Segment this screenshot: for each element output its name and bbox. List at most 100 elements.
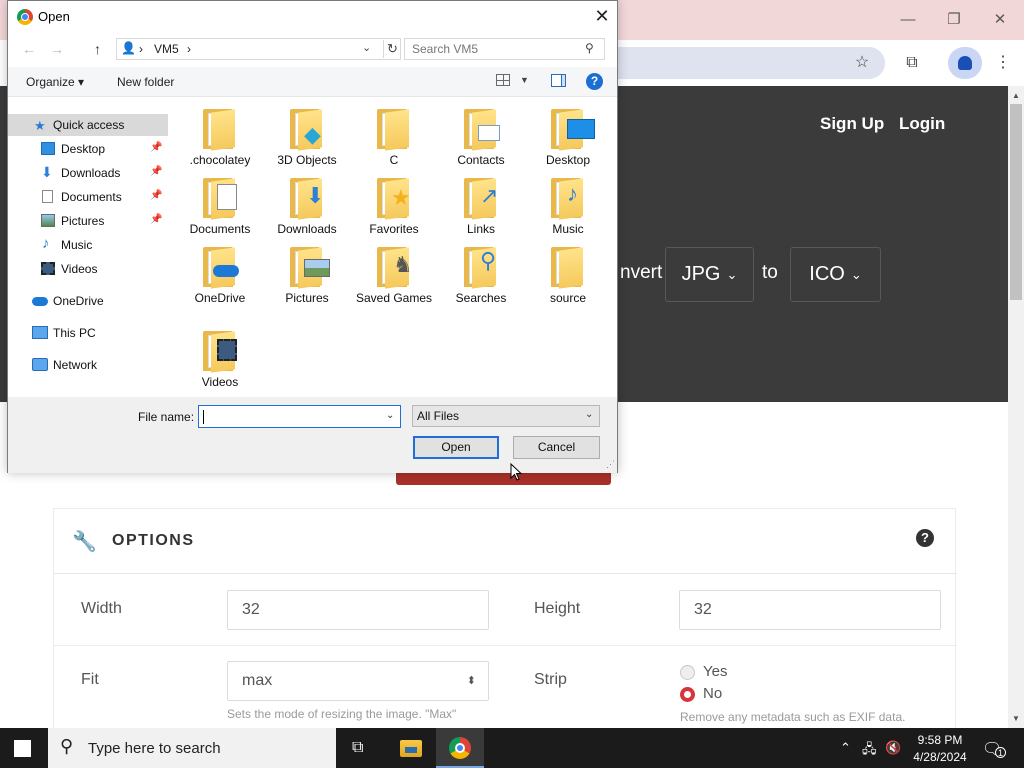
nav-item-videos[interactable]: Videos — [8, 258, 168, 280]
nav-item-documents[interactable]: Documents 📌 — [8, 186, 168, 208]
organize-menu[interactable]: Organize ▾ — [26, 75, 84, 89]
strip-no-radio[interactable] — [680, 687, 695, 702]
folder-item[interactable]: ⚲ Searches — [440, 239, 522, 319]
nav-label: Desktop — [61, 142, 106, 156]
chevron-down-icon[interactable]: ⌄ — [386, 410, 394, 421]
folder-item[interactable]: ↗ Links — [440, 170, 522, 250]
fit-label: Fit — [81, 671, 99, 688]
clock-date[interactable]: 4/28/2024 — [910, 750, 970, 764]
nav-label: Downloads — [61, 166, 121, 180]
volume-muted-icon[interactable]: 🔇 — [885, 740, 901, 756]
options-card: 🔧 OPTIONS ? Width 32 Height 32 Fit max ⬍… — [53, 508, 957, 738]
person-icon — [958, 56, 972, 70]
folder-label: Music — [552, 222, 584, 236]
pin-icon[interactable]: 📌 — [150, 166, 162, 177]
pin-icon[interactable]: 📌 — [150, 190, 162, 201]
nav-item-desktop[interactable]: Desktop 📌 — [8, 138, 168, 160]
new-folder-button[interactable]: New folder — [117, 75, 174, 89]
folder-item[interactable]: Documents — [179, 170, 261, 250]
folder-item[interactable]: ♞ Saved Games — [353, 239, 435, 319]
taskbar-chrome-button[interactable] — [436, 728, 484, 768]
folder-item[interactable]: Desktop — [527, 101, 609, 181]
address-omnibox[interactable] — [600, 47, 885, 79]
view-dropdown-icon[interactable]: ▼ — [520, 75, 529, 85]
profile-avatar-button[interactable] — [948, 47, 982, 79]
change-view-icon[interactable] — [496, 74, 510, 86]
search-placeholder: Search VM5 — [412, 42, 479, 56]
minimize-icon[interactable]: — — [898, 10, 918, 30]
fit-select[interactable]: max ⬍ — [227, 661, 489, 701]
pin-icon[interactable]: 📌 — [150, 214, 162, 225]
folder-item[interactable]: ★ Favorites — [353, 170, 435, 250]
back-arrow-icon[interactable]: ← — [22, 41, 36, 57]
refresh-icon[interactable]: ↻ — [383, 40, 401, 58]
nav-item-this-pc[interactable]: This PC — [8, 322, 168, 344]
breadcrumb-separator[interactable]: › — [139, 42, 143, 56]
file-name-input[interactable]: ⌄ — [198, 405, 401, 428]
file-type-select[interactable]: All Files ⌄ — [412, 405, 600, 427]
strip-yes-radio[interactable] — [680, 665, 695, 680]
to-format-select[interactable]: ICO ⌄ — [790, 247, 881, 302]
tray-chevron-up-icon[interactable]: ⌃ — [840, 740, 851, 756]
chevron-down-icon: ⌄ — [726, 266, 738, 282]
pin-icon[interactable]: 📌 — [150, 142, 162, 153]
width-input[interactable]: 32 — [227, 590, 489, 630]
file-list: .chocolatey ◆ 3D Objects C Contacts Desk… — [183, 101, 613, 397]
scrollbar-thumb[interactable] — [1010, 104, 1022, 300]
help-icon[interactable]: ? — [586, 73, 603, 90]
folder-icon — [377, 109, 409, 151]
nav-item-onedrive[interactable]: OneDrive — [8, 290, 168, 312]
file-name-label: File name: — [138, 410, 195, 424]
forward-arrow-icon[interactable]: → — [50, 41, 64, 57]
login-link[interactable]: Login — [899, 114, 945, 134]
address-bar[interactable]: 👤 › VM5 › ⌄ ↻ — [116, 38, 401, 60]
folder-item[interactable]: OneDrive — [179, 239, 261, 319]
nav-item-music[interactable]: ♪ Music — [8, 234, 168, 256]
downloads-icon: ⬇ — [41, 164, 53, 180]
clock-time[interactable]: 9:58 PM — [915, 733, 965, 747]
nav-item-network[interactable]: Network — [8, 354, 168, 376]
close-icon[interactable]: ✕ — [591, 5, 613, 27]
chevron-down-icon[interactable]: ⌄ — [362, 41, 371, 54]
scroll-down-icon[interactable]: ▼ — [1010, 713, 1022, 725]
nav-item-pictures[interactable]: Pictures 📌 — [8, 210, 168, 232]
from-format-select[interactable]: JPG ⌄ — [665, 247, 754, 302]
folder-item[interactable]: Contacts — [440, 101, 522, 181]
folder-item[interactable]: ♪ Music — [527, 170, 609, 250]
menu-kebab-icon[interactable]: ⋮ — [992, 52, 1014, 74]
folder-item[interactable]: Videos — [179, 323, 261, 403]
cancel-button[interactable]: Cancel — [513, 436, 600, 459]
strip-hint: Remove any metadata such as EXIF data. — [680, 710, 906, 724]
bookmark-star-icon[interactable]: ☆ — [851, 52, 873, 74]
this-pc-icon — [32, 326, 48, 339]
breadcrumb-separator[interactable]: › — [187, 42, 191, 56]
folder-item[interactable]: .chocolatey — [179, 101, 261, 181]
scroll-up-icon[interactable]: ▲ — [1010, 90, 1022, 102]
breadcrumb-vm5[interactable]: VM5 — [154, 42, 179, 56]
extensions-puzzle-icon[interactable]: ⧉ — [901, 52, 923, 74]
preview-pane-icon[interactable] — [551, 74, 566, 87]
folder-item[interactable]: Pictures — [266, 239, 348, 319]
folder-item[interactable]: source — [527, 239, 609, 319]
help-icon[interactable]: ? — [916, 529, 934, 547]
file-explorer-icon[interactable] — [400, 740, 422, 757]
taskbar-search-box[interactable]: ⚲ Type here to search — [48, 728, 336, 768]
nav-item-downloads[interactable]: ⬇ Downloads 📌 — [8, 162, 168, 184]
height-input[interactable]: 32 — [679, 590, 941, 630]
restore-icon[interactable]: ❐ — [944, 10, 964, 30]
windows-start-icon[interactable] — [14, 740, 31, 757]
resize-grip-icon[interactable]: ⋰ — [606, 459, 615, 470]
up-arrow-icon[interactable]: ↑ — [94, 41, 101, 57]
task-view-icon[interactable]: ⧉ — [352, 739, 363, 757]
network-tray-icon[interactable]: 🖧 — [862, 740, 877, 762]
search-input[interactable]: Search VM5 ⚲ — [404, 38, 605, 60]
folder-item[interactable]: ◆ 3D Objects — [266, 101, 348, 181]
close-window-icon[interactable]: ✕ — [990, 10, 1010, 30]
folder-item[interactable]: C — [353, 101, 435, 181]
nav-item-quick-access[interactable]: ★ Quick access — [8, 114, 168, 136]
nav-label: Pictures — [61, 214, 105, 228]
open-button[interactable]: Open — [413, 436, 499, 459]
folder-label: Videos — [201, 375, 239, 389]
folder-item[interactable]: ⬇ Downloads — [266, 170, 348, 250]
signup-link[interactable]: Sign Up — [820, 114, 884, 134]
